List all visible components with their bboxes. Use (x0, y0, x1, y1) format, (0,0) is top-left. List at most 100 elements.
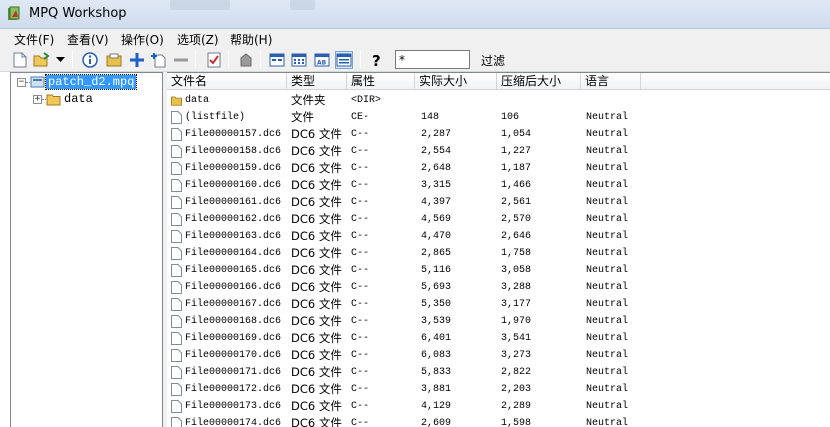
large-icons-view-icon[interactable] (268, 51, 286, 69)
file-icon (171, 111, 182, 124)
table-row[interactable]: File00000173.dc6 DC6 文件 C-- 4,129 2,289 Neutr… (167, 398, 830, 415)
cell-actual-size: 4,569 (421, 214, 452, 225)
cell-type: DC6 文件 (291, 280, 342, 294)
archive-icon[interactable] (105, 51, 123, 69)
table-row[interactable]: File00000165.dc6 DC6 文件 C-- 5,116 3,058 Neutr… (167, 262, 830, 279)
toolbar-separator (228, 51, 229, 68)
add-icon[interactable] (128, 51, 146, 69)
file-icon (171, 349, 182, 362)
cell-type: DC6 文件 (291, 195, 342, 209)
table-row[interactable]: File00000157.dc6 DC6 文件 C-- 2,287 1,054 Neutr… (167, 126, 830, 143)
cell-compressed-size: 2,289 (501, 401, 532, 412)
table-row[interactable]: File00000169.dc6 DC6 文件 C-- 6,401 3,541 Neutr… (167, 330, 830, 347)
info-icon[interactable] (81, 51, 99, 69)
table-row[interactable]: File00000163.dc6 DC6 文件 C-- 4,470 2,646 Neutr… (167, 228, 830, 245)
cell-attributes: C-- (351, 129, 370, 140)
cell-file-name: File00000165.dc6 (185, 265, 282, 276)
file-icon (171, 179, 182, 192)
add-file-icon[interactable] (150, 51, 168, 69)
cell-language: Neutral (586, 214, 629, 225)
cell-compressed-size: 2,822 (501, 367, 532, 378)
cell-actual-size: 4,470 (421, 231, 452, 242)
table-row[interactable]: File00000160.dc6 DC6 文件 C-- 3,315 1,466 Neutr… (167, 177, 830, 194)
cell-type: DC6 文件 (291, 212, 342, 226)
help-icon[interactable]: ? (368, 51, 386, 69)
menu-help[interactable]: 帮助(H) (230, 31, 272, 48)
menu-view[interactable]: 查看(V) (67, 31, 109, 48)
cell-actual-size: 2,865 (421, 248, 452, 259)
details-view-icon[interactable] (290, 51, 308, 69)
table-row[interactable]: File00000167.dc6 DC6 文件 C-- 5,350 3,177 Neutr… (167, 296, 830, 313)
column-header-attributes[interactable]: 属性 (347, 73, 415, 90)
filter-input[interactable] (395, 50, 470, 69)
table-row[interactable]: File00000170.dc6 DC6 文件 C-- 6,083 3,273 Neutr… (167, 347, 830, 364)
column-header-name[interactable]: 文件名 (167, 73, 287, 90)
file-icon (171, 145, 182, 158)
list-view-icon[interactable]: AB (313, 51, 331, 69)
cell-compressed-size: 2,570 (501, 214, 532, 225)
expand-expander-icon[interactable]: + (33, 94, 42, 104)
table-row[interactable]: File00000166.dc6 DC6 文件 C-- 5,693 3,288 Neutr… (167, 279, 830, 296)
table-row[interactable]: File00000168.dc6 DC6 文件 C-- 3,539 1,970 Neutr… (167, 313, 830, 330)
column-header-type[interactable]: 类型 (287, 73, 347, 90)
table-row[interactable]: data 文件夹 <DIR> (167, 92, 830, 109)
cell-compressed-size: 3,177 (501, 299, 532, 310)
dropdown-arrow-icon[interactable] (54, 51, 66, 69)
tree-node-data[interactable]: + data (33, 91, 95, 107)
column-header-actual-size[interactable]: 实际大小 (415, 73, 497, 90)
cell-type: DC6 文件 (291, 263, 342, 277)
table-row[interactable]: File00000164.dc6 DC6 文件 C-- 2,865 1,758 Neutr… (167, 245, 830, 262)
remove-icon[interactable] (172, 51, 190, 69)
cell-language: Neutral (586, 367, 629, 378)
table-row[interactable]: (listfile) 文件 CE- 148 106 Neutral (167, 109, 830, 126)
table-row[interactable]: File00000159.dc6 DC6 文件 C-- 2,648 1,187 Neutr… (167, 160, 830, 177)
tree-data-label[interactable]: data (62, 92, 95, 106)
cell-type: DC6 文件 (291, 144, 342, 158)
checklist-icon[interactable] (205, 51, 223, 69)
cell-actual-size: 148 (421, 112, 440, 123)
cell-actual-size: 6,083 (421, 350, 452, 361)
cell-attributes: C-- (351, 367, 370, 378)
cell-file-name: (listfile) (185, 112, 246, 123)
tree-node-root[interactable]: − patch_d2.mpq (17, 74, 138, 90)
menu-bar: 文件(F) 查看(V) 操作(O) 选项(Z) 帮助(H) (0, 29, 830, 48)
menu-file[interactable]: 文件(F) (14, 31, 54, 48)
blurred-title-element (170, 0, 230, 10)
new-file-icon[interactable] (11, 51, 29, 69)
cell-file-name: File00000166.dc6 (185, 282, 282, 293)
table-row[interactable]: File00000172.dc6 DC6 文件 C-- 3,881 2,203 Neutr… (167, 381, 830, 398)
table-row[interactable]: File00000174.dc6 DC6 文件 C-- 2,609 1,598 Neutr… (167, 415, 830, 427)
table-row[interactable]: File00000161.dc6 DC6 文件 C-- 4,397 2,561 Neutr… (167, 194, 830, 211)
cell-attributes: C-- (351, 146, 370, 157)
cell-attributes: C-- (351, 231, 370, 242)
file-icon (171, 128, 182, 141)
cell-actual-size: 3,315 (421, 180, 452, 191)
open-folder-icon[interactable] (33, 51, 51, 69)
cell-file-name: File00000171.dc6 (185, 367, 282, 378)
cell-compressed-size: 2,561 (501, 197, 532, 208)
column-header-language[interactable]: 语言 (581, 73, 641, 90)
folder-icon (46, 94, 61, 106)
cell-type: DC6 文件 (291, 297, 342, 311)
cell-attributes: C-- (351, 418, 370, 427)
menu-options[interactable]: 选项(Z) (177, 31, 219, 48)
cell-compressed-size: 1,187 (501, 163, 532, 174)
table-row[interactable]: File00000171.dc6 DC6 文件 C-- 5,833 2,822 Neutr… (167, 364, 830, 381)
tree-root-label[interactable]: patch_d2.mpq (44, 74, 138, 90)
cell-attributes: C-- (351, 384, 370, 395)
cell-file-name: File00000167.dc6 (185, 299, 282, 310)
table-row[interactable]: File00000158.dc6 DC6 文件 C-- 2,554 1,227 Neutr… (167, 143, 830, 160)
cell-file-name: File00000169.dc6 (185, 333, 282, 344)
extract-icon[interactable] (237, 51, 255, 69)
column-header-compressed-size[interactable]: 压缩后大小 (497, 73, 581, 90)
cell-language: Neutral (586, 146, 629, 157)
menu-operation[interactable]: 操作(O) (121, 31, 164, 48)
table-row[interactable]: File00000162.dc6 DC6 文件 C-- 4,569 2,570 Neutr… (167, 211, 830, 228)
toolbar-separator (260, 51, 261, 68)
report-view-icon[interactable] (335, 51, 353, 69)
file-icon (171, 383, 182, 396)
cell-attributes: C-- (351, 248, 370, 259)
cell-compressed-size: 1,227 (501, 146, 532, 157)
folder-icon (171, 96, 182, 106)
collapse-expander-icon[interactable]: − (17, 77, 26, 87)
